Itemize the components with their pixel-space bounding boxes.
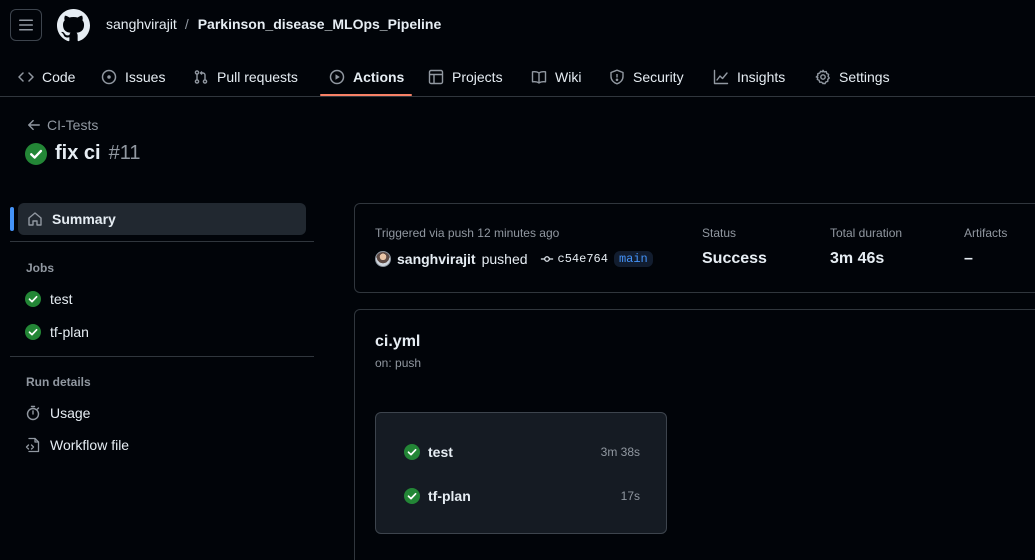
sidebar-item-workflow-file[interactable]: Workflow file: [25, 437, 129, 453]
active-tab-indicator: [320, 94, 412, 96]
trigger-details: sanghvirajit pushed c54e764 main: [375, 251, 653, 267]
arrow-left-icon: [28, 119, 40, 131]
commit-link[interactable]: c54e764: [540, 252, 608, 266]
run-name: fix ci: [55, 142, 101, 164]
sidebar-divider: [10, 356, 314, 357]
table-icon: [428, 69, 444, 85]
workflow-name: CI-Tests: [47, 117, 99, 133]
tab-security[interactable]: Security: [609, 57, 684, 97]
jobs-group: test 3m 38s tf-plan 17s: [375, 412, 667, 534]
hamburger-icon: [19, 19, 33, 31]
tab-label: Wiki: [555, 69, 582, 85]
success-check-icon: [25, 142, 47, 165]
sidebar-divider: [10, 241, 314, 242]
file-code-icon: [25, 437, 40, 453]
tab-label: Code: [42, 69, 76, 85]
run-summary-card: Triggered via push 12 minutes ago sanghv…: [354, 203, 1035, 293]
tab-wiki[interactable]: Wiki: [531, 57, 581, 97]
book-icon: [531, 70, 547, 84]
sidebar-item-label: test: [50, 291, 73, 307]
trigger-text: Triggered via push 12 minutes ago: [375, 226, 560, 240]
workflow-graph-card: ci.yml on: push test 3m 38s tf-plan 17s: [354, 309, 1035, 560]
tab-settings[interactable]: Settings: [815, 57, 890, 97]
run-title: fix ci #11: [25, 142, 140, 165]
play-icon: [329, 69, 345, 85]
sidebar-item-label: Usage: [50, 405, 91, 421]
job-name: test: [428, 444, 453, 460]
graph-icon: [713, 69, 729, 85]
trigger-action: pushed: [481, 251, 528, 267]
job-tf-plan[interactable]: tf-plan 17s: [404, 486, 640, 506]
tab-actions[interactable]: Actions: [329, 57, 404, 97]
sidebar-item-usage[interactable]: Usage: [25, 405, 90, 421]
run-details-heading: Run details: [26, 375, 91, 389]
tab-label: Pull requests: [217, 69, 298, 85]
tab-label: Settings: [839, 69, 890, 85]
code-icon: [18, 72, 34, 82]
repo-nav-tabs: Code Issues Pull requests Actions Projec…: [0, 57, 1035, 97]
breadcrumb: sanghvirajit / Parkinson_disease_MLOps_P…: [106, 16, 441, 32]
repo-owner-link[interactable]: sanghvirajit: [106, 16, 177, 32]
artifacts-value: –: [964, 250, 973, 267]
tab-code[interactable]: Code: [18, 57, 75, 97]
pull-request-icon: [194, 70, 208, 84]
global-header: sanghvirajit / Parkinson_disease_MLOps_P…: [0, 0, 1035, 97]
actor-link[interactable]: sanghvirajit: [397, 251, 476, 267]
gear-icon: [815, 69, 830, 85]
tab-issues[interactable]: Issues: [101, 57, 165, 97]
status-label: Status: [702, 226, 737, 240]
job-test[interactable]: test 3m 38s: [404, 442, 640, 462]
tab-label: Projects: [452, 69, 503, 85]
github-logo-icon[interactable]: [57, 9, 90, 42]
sidebar-item-summary[interactable]: Summary: [18, 203, 306, 235]
issue-icon: [101, 69, 117, 85]
job-name: tf-plan: [428, 488, 471, 504]
shield-icon: [610, 69, 624, 85]
tab-label: Issues: [125, 69, 166, 85]
duration-label: Total duration: [830, 226, 903, 240]
status-value: Success: [702, 250, 767, 267]
back-to-workflow-link[interactable]: CI-Tests: [27, 117, 98, 133]
stopwatch-icon: [26, 405, 40, 421]
sidebar-item-label: Summary: [52, 211, 116, 227]
tab-label: Security: [633, 69, 684, 85]
tab-label: Actions: [353, 69, 405, 85]
selected-nav-indicator: [10, 207, 14, 231]
sidebar-item-label: tf-plan: [50, 324, 89, 340]
tab-projects[interactable]: Projects: [428, 57, 503, 97]
sidebar-job-tf-plan[interactable]: tf-plan: [25, 324, 89, 340]
success-check-icon: [404, 444, 420, 460]
sidebar-item-label: Workflow file: [50, 437, 130, 453]
tab-insights[interactable]: Insights: [713, 57, 785, 97]
run-number: #11: [108, 142, 141, 164]
tab-label: Insights: [737, 69, 786, 85]
job-duration: 17s: [620, 489, 640, 503]
branch-label[interactable]: main: [613, 251, 653, 267]
home-icon: [28, 212, 42, 226]
sidebar-job-test[interactable]: test: [25, 291, 73, 307]
avatar[interactable]: [375, 251, 391, 267]
git-commit-icon: [540, 256, 553, 262]
jobs-heading: Jobs: [26, 261, 55, 275]
commit-sha: c54e764: [557, 252, 608, 266]
success-check-icon: [25, 291, 41, 307]
success-check-icon: [25, 324, 41, 340]
workflow-file-name[interactable]: ci.yml: [375, 333, 420, 351]
breadcrumb-separator: /: [184, 16, 189, 32]
artifacts-label: Artifacts: [964, 226, 1008, 240]
tab-pull-requests[interactable]: Pull requests: [193, 57, 298, 97]
menu-button[interactable]: [10, 9, 42, 41]
repo-name-link[interactable]: Parkinson_disease_MLOps_Pipeline: [198, 16, 442, 32]
job-duration: 3m 38s: [600, 445, 640, 459]
duration-value: 3m 46s: [830, 250, 885, 267]
workflow-trigger: on: push: [375, 356, 422, 370]
success-check-icon: [404, 488, 420, 504]
